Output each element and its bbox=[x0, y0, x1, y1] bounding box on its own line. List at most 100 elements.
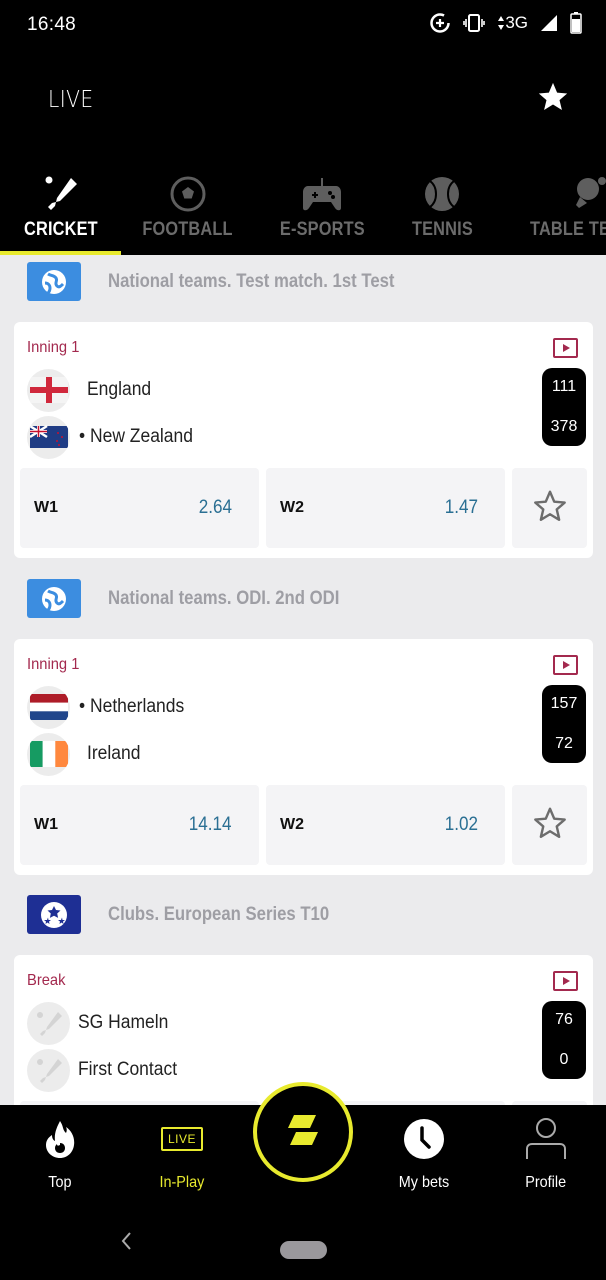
live-stream-icon[interactable] bbox=[553, 655, 578, 675]
league-name: National teams. ODI. 2nd ODI bbox=[108, 588, 340, 609]
cricket-placeholder-icon bbox=[27, 1001, 70, 1045]
data-saver-icon bbox=[429, 12, 451, 34]
star-outline-icon bbox=[532, 488, 568, 529]
add-favorite-button[interactable] bbox=[512, 785, 587, 865]
match-status: Inning 1 bbox=[27, 339, 80, 356]
cricket-placeholder-icon bbox=[27, 1048, 70, 1092]
live-stream-icon[interactable] bbox=[553, 338, 578, 358]
tennis-ball-icon bbox=[424, 174, 460, 214]
network-indicator: 3G bbox=[497, 13, 528, 33]
odd-button-w2[interactable]: W2 1.47 bbox=[266, 468, 505, 548]
home-pill-button[interactable] bbox=[280, 1241, 327, 1259]
nav-label: Top bbox=[48, 1174, 72, 1191]
brand-home-button[interactable] bbox=[253, 1082, 353, 1182]
score-team2: 0 bbox=[559, 1051, 569, 1068]
nav-in-play[interactable]: LIVE In-Play bbox=[132, 1105, 232, 1210]
odd-button-w1[interactable]: W1 14.14 bbox=[20, 785, 259, 865]
odd-value: 1.47 bbox=[444, 497, 478, 518]
league-header[interactable]: National teams. Test match. 1st Test bbox=[0, 255, 606, 317]
football-icon bbox=[169, 174, 207, 214]
team-name: SG Hameln bbox=[78, 1012, 169, 1033]
live-icon: LIVE bbox=[160, 1118, 203, 1160]
england-flag-icon bbox=[27, 368, 70, 412]
tab-cricket[interactable]: CRICKET bbox=[0, 162, 121, 255]
odd-button-w2[interactable]: W2 1.02 bbox=[266, 785, 505, 865]
score-box: 111 378 bbox=[542, 368, 586, 446]
back-icon[interactable] bbox=[116, 1228, 136, 1259]
score-box: 76 0 bbox=[542, 1001, 586, 1079]
signal-icon bbox=[540, 14, 558, 32]
person-icon bbox=[524, 1118, 568, 1160]
app-header: LIVE bbox=[0, 52, 606, 162]
favorites-star-icon[interactable] bbox=[536, 80, 570, 119]
nav-top[interactable]: Top bbox=[10, 1105, 110, 1210]
status-icons: 3G bbox=[429, 12, 582, 34]
system-navigation bbox=[0, 1210, 606, 1280]
live-icon-text: LIVE bbox=[160, 1127, 203, 1151]
globe-icon bbox=[27, 579, 81, 618]
status-bar: 16:48 3G bbox=[0, 0, 606, 52]
tab-label: TABLE TENNIS bbox=[530, 219, 606, 240]
league-name: National teams. Test match. 1st Test bbox=[108, 271, 395, 292]
match-list[interactable]: National teams. Test match. 1st Test Inn… bbox=[0, 255, 606, 1105]
team-name-text: New Zealand bbox=[89, 426, 193, 447]
match-card[interactable]: Inning 1 • Netherlands Ireland 157 72 W1… bbox=[14, 639, 593, 875]
tab-label: E-SPORTS bbox=[279, 219, 365, 240]
nav-profile[interactable]: Profile bbox=[496, 1105, 596, 1210]
score-team2: 378 bbox=[550, 418, 578, 435]
team-name: Ireland bbox=[87, 743, 141, 764]
team-row: • Netherlands bbox=[27, 685, 193, 729]
league-name: Clubs. European Series T10 bbox=[108, 904, 330, 925]
odd-value: 1.02 bbox=[444, 814, 478, 835]
tab-label: TENNIS bbox=[411, 219, 473, 240]
add-favorite-button[interactable] bbox=[512, 468, 587, 548]
nav-my-bets[interactable]: My bets bbox=[374, 1105, 474, 1210]
team-name-text: Netherlands bbox=[89, 696, 185, 717]
odd-label: W2 bbox=[280, 499, 304, 516]
odd-button-w1[interactable]: W1 2.64 bbox=[20, 468, 259, 548]
score-team2: 72 bbox=[555, 735, 573, 752]
clock-icon bbox=[403, 1118, 445, 1160]
tab-football[interactable]: FOOTBALL bbox=[128, 162, 248, 255]
nav-label: In-Play bbox=[159, 1174, 205, 1191]
brand-logo-icon bbox=[286, 1113, 320, 1152]
league-header[interactable]: Clubs. European Series T10 bbox=[0, 888, 606, 950]
match-card[interactable]: Inning 1 England • New Zealand 111 378 W… bbox=[14, 322, 593, 558]
cricket-icon bbox=[41, 174, 81, 214]
team-row: SG Hameln bbox=[27, 1001, 176, 1045]
team-name: First Contact bbox=[78, 1059, 178, 1080]
star-outline-icon bbox=[532, 805, 568, 846]
tab-tennis[interactable]: TENNIS bbox=[382, 162, 502, 255]
team-name: • Netherlands bbox=[79, 696, 185, 717]
sport-tabs: CRICKET FOOTBALL E-SPORTS TENNIS TABLE T… bbox=[0, 162, 606, 255]
tab-label: CRICKET bbox=[23, 219, 98, 240]
team-row: First Contact bbox=[27, 1048, 186, 1092]
nav-label: My bets bbox=[398, 1174, 450, 1191]
tab-label: FOOTBALL bbox=[142, 219, 234, 240]
globe-icon bbox=[27, 262, 81, 301]
odd-label: W2 bbox=[280, 816, 304, 833]
gamepad-icon bbox=[302, 174, 342, 214]
ireland-flag-icon bbox=[27, 732, 70, 776]
team-row: Ireland bbox=[27, 732, 145, 776]
page-title: LIVE bbox=[48, 87, 94, 113]
odd-label: W1 bbox=[34, 816, 58, 833]
flame-icon bbox=[44, 1118, 76, 1160]
league-header[interactable]: National teams. ODI. 2nd ODI bbox=[0, 572, 606, 634]
odds-row: W1 2.64 W2 1.47 bbox=[20, 468, 587, 548]
team-row: England bbox=[27, 368, 157, 412]
match-status: Inning 1 bbox=[27, 656, 80, 673]
live-stream-icon[interactable] bbox=[553, 971, 578, 991]
vibrate-icon bbox=[463, 13, 486, 33]
new-zealand-flag-icon bbox=[27, 415, 70, 459]
team-row: • New Zealand bbox=[27, 415, 203, 459]
tab-table-tennis[interactable]: TABLE TENNIS bbox=[520, 162, 606, 255]
odds-row: W1 14.14 W2 1.02 bbox=[20, 785, 587, 865]
battery-icon bbox=[570, 12, 582, 34]
score-team1: 157 bbox=[550, 695, 578, 712]
nav-label: Profile bbox=[525, 1174, 567, 1191]
match-status: Break bbox=[27, 972, 66, 989]
tab-esports[interactable]: E-SPORTS bbox=[262, 162, 382, 255]
champions-ball-icon bbox=[27, 895, 81, 934]
team-name: • New Zealand bbox=[79, 426, 193, 447]
